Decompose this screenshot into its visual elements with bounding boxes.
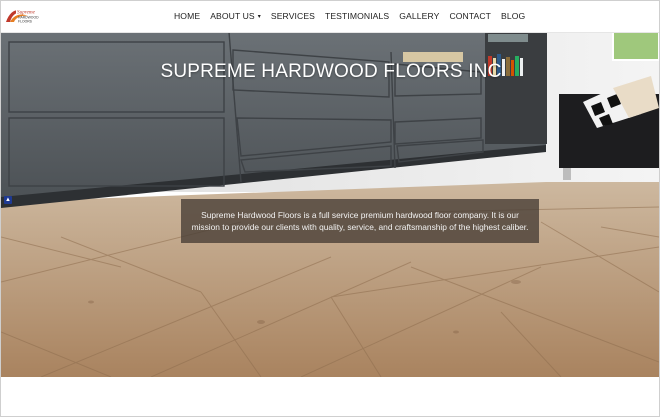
svg-text:Supreme: Supreme [17, 9, 36, 15]
nav-about-us[interactable]: ABOUT US ▾ [205, 1, 266, 32]
logo-mark-icon: Supreme HARDWOOD FLOORS [6, 9, 39, 24]
site-header: Supreme HARDWOOD FLOORS HOME ABOUT US ▾ S… [1, 1, 659, 33]
nav-services[interactable]: SERVICES [266, 1, 320, 32]
nav-gallery[interactable]: GALLERY [394, 1, 444, 32]
nav-about-us-label: ABOUT US [210, 11, 255, 21]
hero-section: SUPREME HARDWOOD FLOORS INC ▲ Supreme Ha… [1, 32, 659, 377]
nav-blog[interactable]: BLOG [496, 1, 530, 32]
main-navigation: HOME ABOUT US ▾ SERVICES TESTIMONIALS GAL… [169, 1, 530, 32]
nav-contact[interactable]: CONTACT [444, 1, 496, 32]
site-logo[interactable]: Supreme HARDWOOD FLOORS [4, 6, 40, 26]
page-footer-area [1, 377, 659, 416]
chevron-down-icon: ▾ [257, 14, 261, 20]
hero-title: SUPREME HARDWOOD FLOORS INC [160, 61, 502, 82]
nav-home[interactable]: HOME [169, 1, 205, 32]
hero-description-box: Supreme Hardwood Floors is a full servic… [181, 199, 539, 243]
browser-viewport: Supreme HARDWOOD FLOORS HOME ABOUT US ▾ S… [0, 0, 660, 417]
hero-description: Supreme Hardwood Floors is a full servic… [191, 209, 529, 233]
nav-testimonials[interactable]: TESTIMONIALS [320, 1, 394, 32]
scroll-top-icon[interactable]: ▲ [4, 196, 12, 204]
svg-text:FLOORS: FLOORS [18, 20, 33, 24]
